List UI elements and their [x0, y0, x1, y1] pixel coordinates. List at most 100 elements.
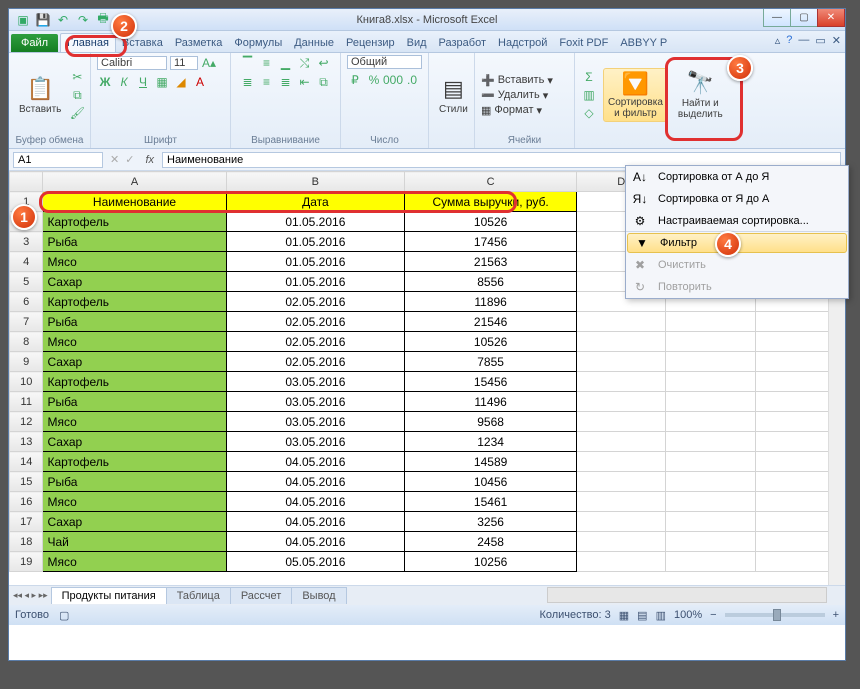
cell[interactable]	[666, 392, 755, 412]
cell[interactable]: Картофель	[43, 292, 226, 312]
cell[interactable]	[577, 392, 666, 412]
cell[interactable]: 21546	[405, 312, 577, 332]
sheet-tab[interactable]: Рассчет	[230, 587, 293, 604]
align-bottom-icon[interactable]: ▁	[278, 55, 294, 71]
merge-icon[interactable]: ⧉	[316, 74, 332, 90]
cell[interactable]: 15456	[405, 372, 577, 392]
cell[interactable]: 7855	[405, 352, 577, 372]
fill-icon[interactable]: ▥	[581, 87, 597, 103]
cell[interactable]: Сахар	[43, 512, 226, 532]
cell[interactable]: Картофель	[43, 372, 226, 392]
cell[interactable]: 03.05.2016	[226, 432, 405, 452]
workbook-close-icon[interactable]: ✕	[832, 34, 841, 47]
align-top-icon[interactable]: ▔	[240, 55, 256, 71]
cells-format-button[interactable]: ▦Формат▾	[481, 104, 553, 117]
minimize-ribbon-icon[interactable]: ▵	[775, 34, 781, 47]
cell[interactable]	[666, 532, 755, 552]
align-left-icon[interactable]: ≣	[240, 74, 256, 90]
cell[interactable]: 02.05.2016	[226, 332, 405, 352]
col-header-B[interactable]: B	[226, 172, 405, 192]
cell[interactable]: 11496	[405, 392, 577, 412]
cell[interactable]	[666, 432, 755, 452]
row-header[interactable]: 14	[10, 452, 43, 472]
align-center-icon[interactable]: ≡	[259, 74, 275, 90]
row-header[interactable]: 17	[10, 512, 43, 532]
cell[interactable]: 04.05.2016	[226, 452, 405, 472]
cells-insert-button[interactable]: ➕Вставить▾	[481, 74, 553, 87]
sheet-tab[interactable]: Таблица	[166, 587, 231, 604]
help-icon[interactable]: ?	[786, 34, 792, 47]
cell[interactable]: Сахар	[43, 352, 226, 372]
cell[interactable]: Мясо	[43, 412, 226, 432]
cell[interactable]: 05.05.2016	[226, 552, 405, 572]
cell[interactable]	[577, 312, 666, 332]
sheet-tab[interactable]: Вывод	[291, 587, 346, 604]
tab-Вид[interactable]: Вид	[401, 34, 433, 52]
row-header[interactable]: 19	[10, 552, 43, 572]
workbook-restore-icon[interactable]: ▭	[815, 34, 825, 47]
sheet-nav[interactable]: ◂◂ ◂ ▸ ▸▸	[9, 590, 52, 601]
cell[interactable]: 10526	[405, 332, 577, 352]
col-header-A[interactable]: A	[43, 172, 226, 192]
cell[interactable]	[666, 552, 755, 572]
cell[interactable]	[666, 472, 755, 492]
save-icon[interactable]: 💾	[35, 12, 51, 28]
cell[interactable]	[577, 412, 666, 432]
cell[interactable]	[577, 492, 666, 512]
cell[interactable]: 03.05.2016	[226, 372, 405, 392]
row-header[interactable]: 15	[10, 472, 43, 492]
cell[interactable]: 04.05.2016	[226, 492, 405, 512]
cell[interactable]: 8556	[405, 272, 577, 292]
cell[interactable]	[666, 332, 755, 352]
cell[interactable]: Картофель	[43, 212, 226, 232]
row-header[interactable]: 8	[10, 332, 43, 352]
zoom-in-icon[interactable]: +	[833, 609, 839, 621]
name-box[interactable]: A1	[13, 152, 103, 168]
cell[interactable]: 01.05.2016	[226, 272, 405, 292]
cell[interactable]: Наименование	[43, 192, 226, 212]
cell[interactable]: Дата	[226, 192, 405, 212]
zoom-out-icon[interactable]: −	[710, 609, 716, 621]
cell[interactable]: 02.05.2016	[226, 352, 405, 372]
cell[interactable]: Мясо	[43, 492, 226, 512]
cell[interactable]	[577, 432, 666, 452]
cancel-formula-icon[interactable]: ✕	[107, 153, 122, 166]
cell[interactable]: 03.05.2016	[226, 392, 405, 412]
cell[interactable]	[666, 312, 755, 332]
row-header[interactable]: 10	[10, 372, 43, 392]
view-normal-icon[interactable]: ▦	[619, 609, 629, 622]
clear-icon[interactable]: ◇	[581, 105, 597, 121]
dropdown-item-sort-asc[interactable]: A↓Сортировка от А до Я	[626, 166, 848, 188]
row-header[interactable]: 4	[10, 252, 43, 272]
font-color-icon[interactable]: A	[192, 74, 208, 90]
dropdown-item-sort-desc[interactable]: Я↓Сортировка от Я до А	[626, 188, 848, 210]
tab-Разметка[interactable]: Разметка	[169, 34, 229, 52]
cell[interactable]: 03.05.2016	[226, 412, 405, 432]
cell[interactable]: Чай	[43, 532, 226, 552]
cell[interactable]: Сахар	[43, 272, 226, 292]
tab-Рецензир[interactable]: Рецензир	[340, 34, 401, 52]
workbook-min-icon[interactable]: —	[798, 34, 809, 47]
cell[interactable]	[666, 492, 755, 512]
row-header[interactable]: 6	[10, 292, 43, 312]
row-header[interactable]: 9	[10, 352, 43, 372]
cell[interactable]	[577, 512, 666, 532]
print-icon[interactable]: 🖶	[95, 12, 111, 28]
find-select-button[interactable]: 🔭 Найти и выделить	[674, 68, 727, 122]
cell[interactable]: 2458	[405, 532, 577, 552]
bold-icon[interactable]: Ж	[97, 74, 113, 90]
tab-Главная[interactable]: Главная	[60, 33, 116, 52]
cell[interactable]: Рыба	[43, 312, 226, 332]
format-painter-icon[interactable]: 🖌	[69, 105, 85, 121]
row-header[interactable]: 5	[10, 272, 43, 292]
sheet-tab-active[interactable]: Продукты питания	[51, 587, 167, 604]
cell[interactable]: 3256	[405, 512, 577, 532]
cells-delete-button[interactable]: ➖Удалить▾	[481, 89, 553, 102]
tab-file[interactable]: Файл	[11, 34, 58, 52]
cell[interactable]	[577, 472, 666, 492]
cell[interactable]: 10526	[405, 212, 577, 232]
view-layout-icon[interactable]: ▤	[637, 609, 647, 622]
tab-Данные[interactable]: Данные	[288, 34, 340, 52]
close-button[interactable]: ✕	[817, 9, 845, 27]
zoom-slider[interactable]	[725, 613, 825, 617]
